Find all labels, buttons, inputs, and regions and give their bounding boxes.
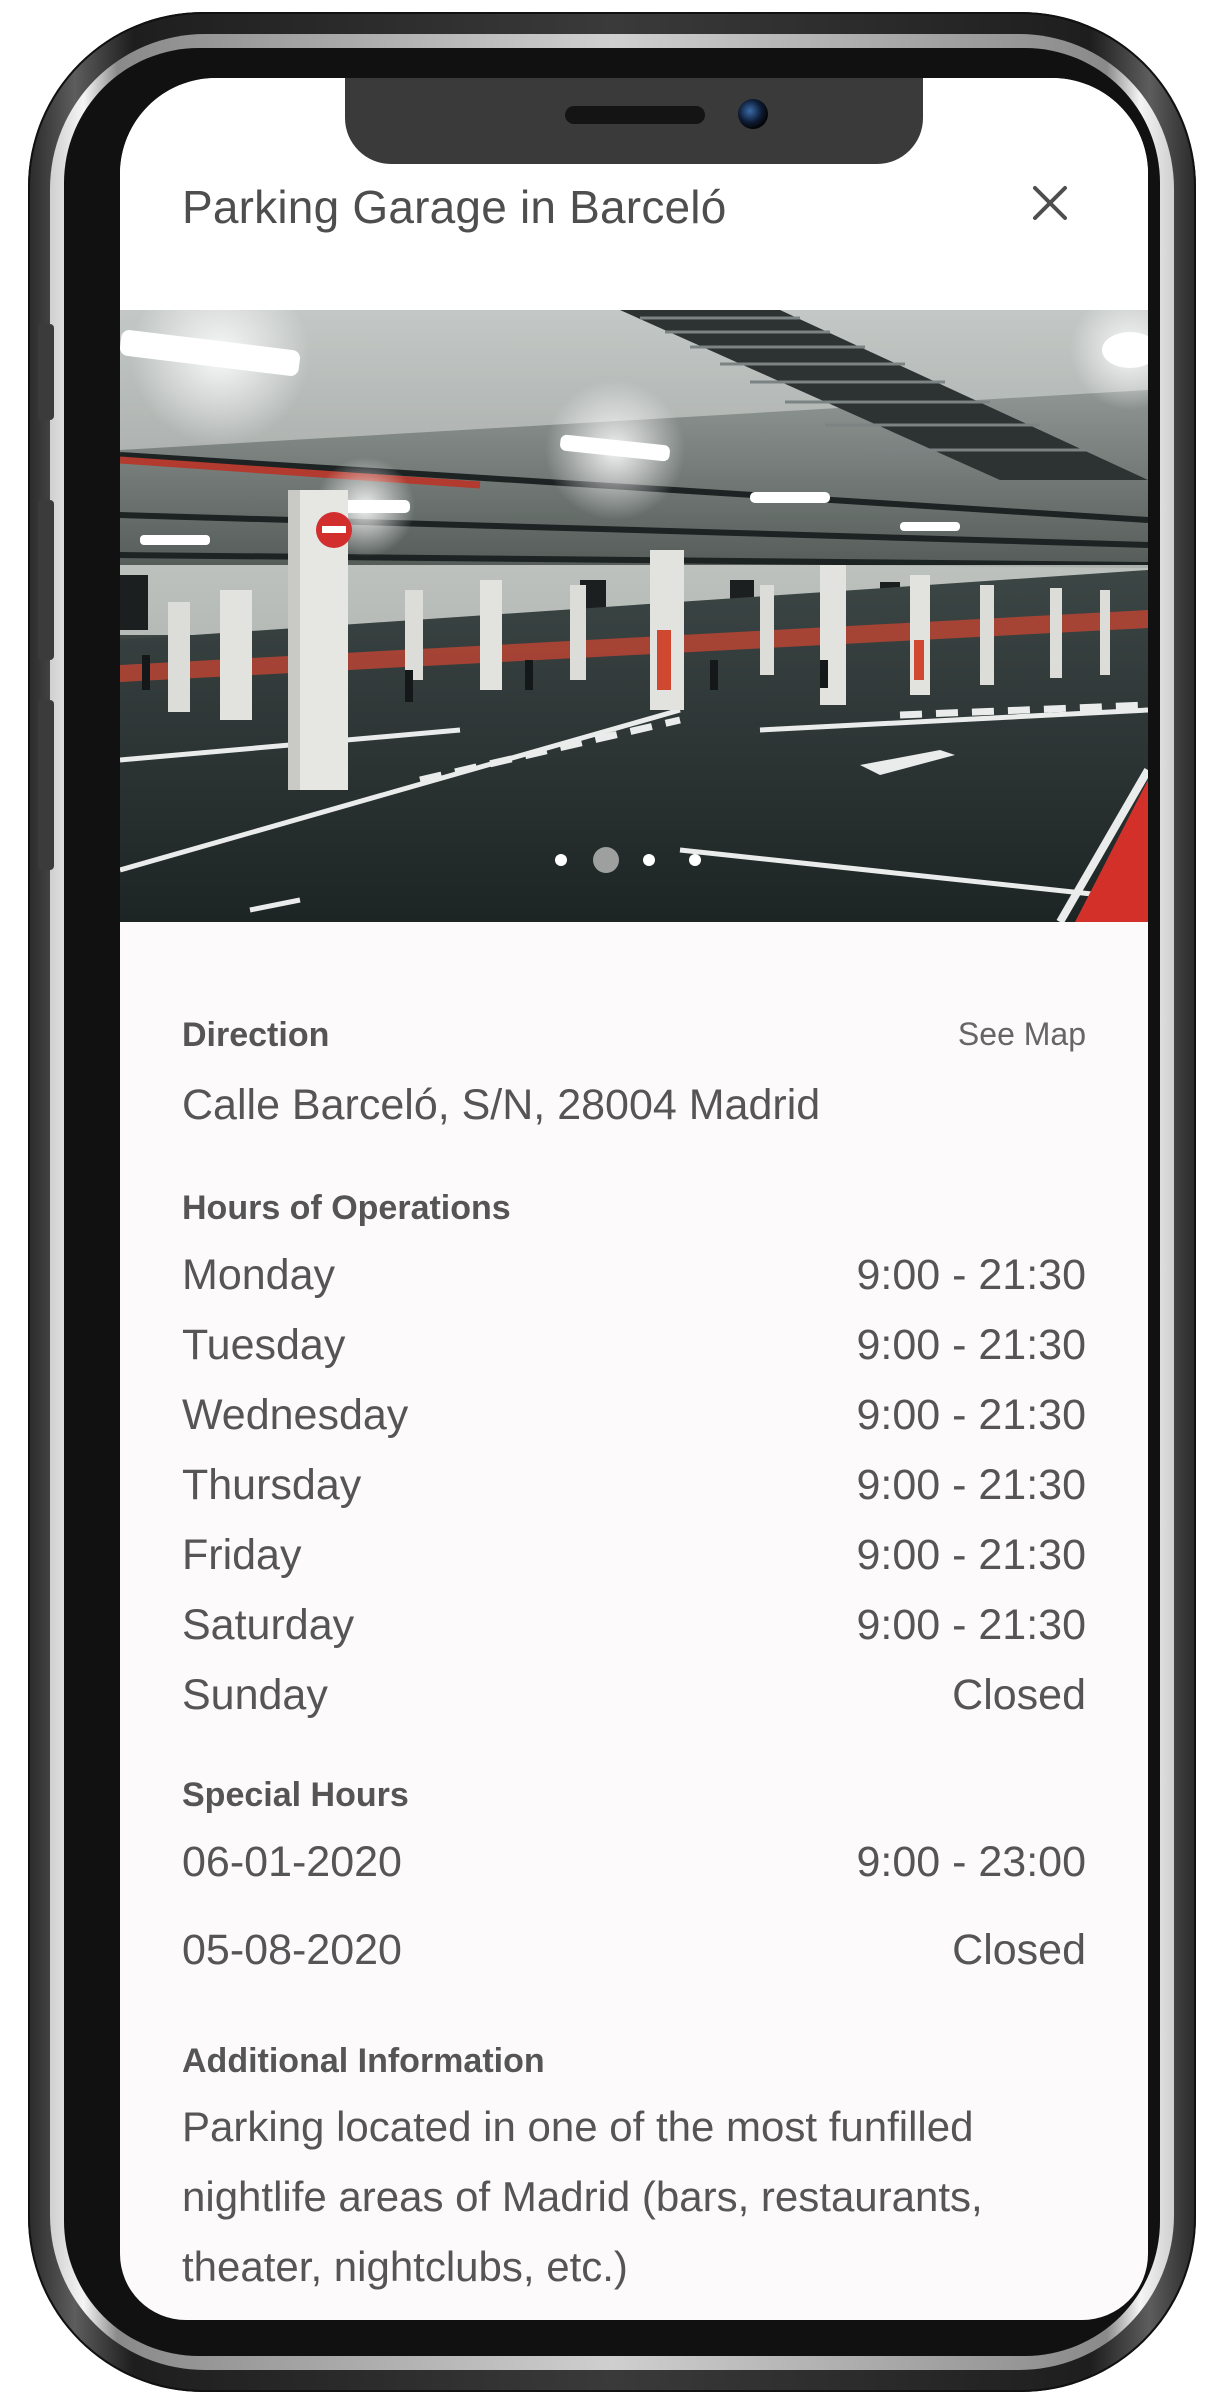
- hours-label: Hours of Operations: [182, 1189, 511, 1227]
- hours-value: 9:00 - 21:30: [856, 1321, 1086, 1369]
- hours-day: Sunday: [182, 1671, 328, 1719]
- speaker-grille: [565, 106, 705, 124]
- hours-day: Thursday: [182, 1461, 362, 1509]
- carousel-dot[interactable]: [555, 854, 567, 866]
- phone-screen: Parking Garage in Barceló Direction See …: [120, 78, 1148, 2320]
- additional-info-text: Parking located in one of the most funfi…: [182, 2092, 1086, 2302]
- special-hours-row: 05-08-2020 Closed: [182, 1926, 1086, 1982]
- phone-side-button-mid: [38, 500, 54, 660]
- special-hours-date: 06-01-2020: [182, 1838, 402, 1886]
- front-camera: [738, 99, 768, 129]
- parking-garage-image: [120, 310, 1148, 922]
- special-hours-value: 9:00 - 23:00: [856, 1838, 1086, 1886]
- carousel-dot[interactable]: [643, 854, 655, 866]
- hours-day: Monday: [182, 1251, 335, 1299]
- carousel-dot[interactable]: [689, 854, 701, 866]
- additional-info-label: Additional Information: [182, 2042, 545, 2080]
- special-hours-row: 06-01-2020 9:00 - 23:00: [182, 1838, 1086, 1894]
- hours-value: 9:00 - 21:30: [856, 1391, 1086, 1439]
- address-text: Calle Barceló, S/N, 28004 Madrid: [182, 1081, 821, 1129]
- hours-day: Saturday: [182, 1601, 355, 1649]
- hours-value: 9:00 - 21:30: [856, 1251, 1086, 1299]
- phone-side-button-top: [38, 324, 54, 420]
- hours-row-sunday: Sunday Closed: [182, 1671, 1086, 1727]
- additional-info-line: theater, nightclubs, etc.): [182, 2243, 628, 2290]
- phone-notch: [345, 78, 923, 164]
- special-hours-value: Closed: [952, 1926, 1086, 1974]
- hours-value: Closed: [952, 1671, 1086, 1719]
- hours-value: 9:00 - 21:30: [856, 1531, 1086, 1579]
- carousel-pagination: [555, 845, 715, 875]
- hours-day: Tuesday: [182, 1321, 346, 1369]
- page-title: Parking Garage in Barceló: [182, 181, 727, 233]
- hours-row-friday: Friday 9:00 - 21:30: [182, 1531, 1086, 1587]
- carousel-dot-active[interactable]: [593, 847, 619, 873]
- direction-label: Direction: [182, 1016, 330, 1054]
- close-button[interactable]: [1025, 178, 1075, 228]
- additional-info-line: Parking located in one of the most funfi…: [182, 2103, 974, 2150]
- hours-row-tuesday: Tuesday 9:00 - 21:30: [182, 1321, 1086, 1377]
- hours-row-thursday: Thursday 9:00 - 21:30: [182, 1461, 1086, 1517]
- close-icon: [1033, 186, 1067, 220]
- garage-photo-carousel[interactable]: [120, 310, 1148, 922]
- hours-value: 9:00 - 21:30: [856, 1461, 1086, 1509]
- special-hours-label: Special Hours: [182, 1776, 409, 1814]
- special-hours-date: 05-08-2020: [182, 1926, 402, 1974]
- hours-row-monday: Monday 9:00 - 21:30: [182, 1251, 1086, 1307]
- hours-value: 9:00 - 21:30: [856, 1601, 1086, 1649]
- phone-side-button-low: [38, 700, 54, 870]
- see-map-link[interactable]: See Map: [958, 1016, 1086, 1053]
- hours-row-saturday: Saturday 9:00 - 21:30: [182, 1601, 1086, 1657]
- additional-info-line: nightlife areas of Madrid (bars, restaur…: [182, 2173, 983, 2220]
- hours-row-wednesday: Wednesday 9:00 - 21:30: [182, 1391, 1086, 1447]
- hours-day: Friday: [182, 1531, 302, 1579]
- hours-day: Wednesday: [182, 1391, 409, 1439]
